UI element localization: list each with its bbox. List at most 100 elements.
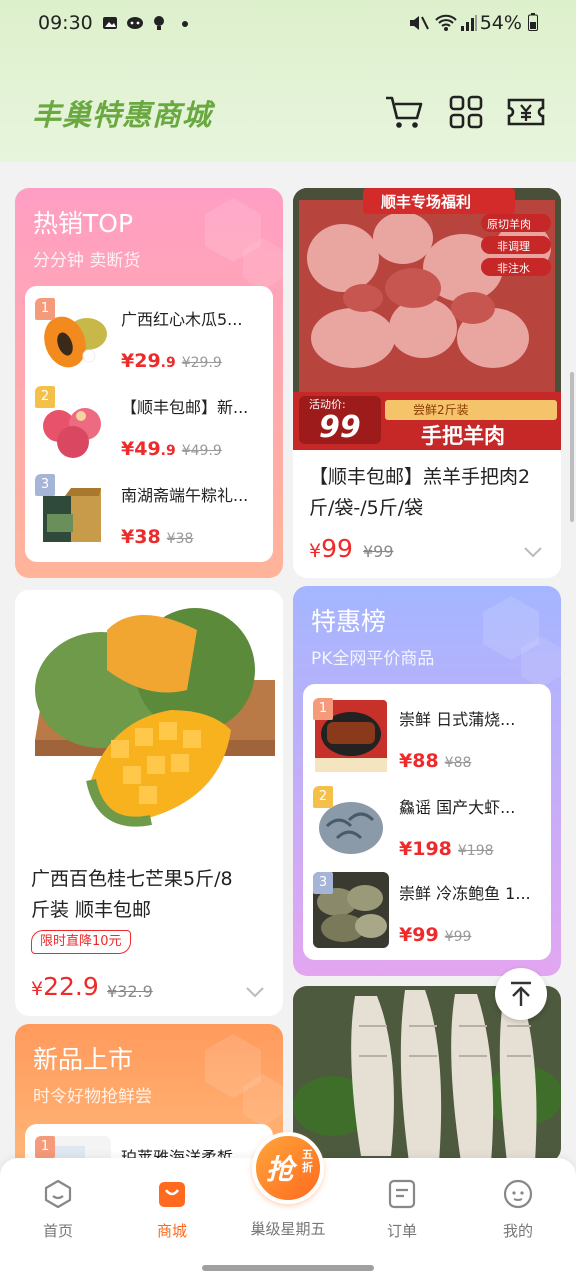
product-name-line: 斤/袋-/5斤/袋: [309, 497, 424, 519]
zongzi-gift-image: 3: [35, 474, 111, 550]
hexagon-decoration: [205, 198, 283, 290]
item-price: ¥38 ¥38: [121, 526, 193, 548]
price-value: ¥88: [399, 750, 439, 772]
price-decimal: .9: [160, 443, 176, 459]
rank-badge: 2: [313, 786, 333, 808]
rank-badge: 1: [35, 1136, 55, 1158]
special-item[interactable]: 3 崇鲜 冷冻鲍鱼 1... ¥99 ¥99: [313, 872, 545, 956]
status-time: 09:30: [38, 12, 93, 34]
old-price: ¥99: [444, 929, 472, 945]
wifi-icon: [435, 14, 457, 31]
tab-label: 首页: [42, 1222, 73, 1240]
arrow-up-icon: [511, 981, 531, 1006]
new-arrivals-card[interactable]: 新品上市 时令好物抢鲜尝 1 珀莱雅海洋柔皙: [15, 1024, 283, 1174]
rank-badge: 3: [313, 872, 333, 894]
yen-sign: ¥: [309, 540, 322, 562]
promo-label[interactable]: 巢级星期五: [238, 1218, 338, 1239]
tab-mall[interactable]: 商城: [122, 1178, 222, 1241]
home-indicator[interactable]: [202, 1265, 374, 1271]
home-icon: [44, 1179, 72, 1209]
promo-main-text: 抢: [266, 1153, 295, 1186]
category-grid-icon[interactable]: [446, 92, 486, 132]
hot-top-subtitle: 分分钟 卖断货: [33, 251, 141, 271]
eel-image: 1: [313, 698, 389, 774]
lamb-image: 顺丰专场福利 原切羊肉 非调理 非注水 活动价: 99 尝鲜2斤装 手把羊肉: [293, 188, 561, 450]
item-price: ¥29.9 ¥29.9: [121, 350, 222, 372]
price-decimal: .9: [160, 355, 176, 371]
old-price: ¥49.9: [181, 443, 222, 459]
special-list: 1 崇鲜 日式蒲烧... ¥88 ¥88 2 鱻谣 国产大虾... ¥198 ¥19…: [303, 684, 551, 960]
hot-top-item[interactable]: 1 广西红心木瓜5... ¥29.9 ¥29.9: [35, 298, 267, 382]
product-name: 广西百色桂七芒果5斤/8 斤装 顺丰包邮: [31, 864, 233, 926]
product-name-line: 斤装 顺丰包邮: [31, 899, 152, 921]
page-title: 丰巢特惠商城: [32, 98, 213, 132]
rank-badge: 3: [35, 474, 55, 496]
taste-label: 尝鲜2斤装: [413, 403, 469, 417]
price-int: ¥38: [121, 526, 161, 548]
mute-icon: [410, 16, 429, 30]
dot-icon: [182, 21, 188, 27]
item-price: ¥49.9 ¥49.9: [121, 438, 222, 460]
battery-icon: [528, 13, 538, 31]
promo-button[interactable]: 抢 五折: [252, 1132, 324, 1204]
hot-top-card[interactable]: 热销TOP 分分钟 卖断货 1 广西红心木瓜5... ¥29.9 ¥29.9 2 …: [15, 188, 283, 578]
abalone-image: 3: [313, 872, 389, 948]
promo-discount-text: 五折: [302, 1148, 313, 1174]
tab-orders[interactable]: 订单: [352, 1178, 452, 1241]
discount-tag: 限时直降10元: [31, 930, 131, 954]
cart-icon[interactable]: [384, 92, 424, 132]
hot-top-item[interactable]: 2 【顺丰包邮】新... ¥49.9 ¥49.9: [35, 386, 267, 470]
tab-profile[interactable]: 我的: [468, 1178, 568, 1241]
banner-tag: 非注水: [497, 262, 530, 275]
item-price: ¥198 ¥198: [399, 838, 494, 860]
old-price: ¥88: [444, 755, 472, 771]
product-card-lamb[interactable]: 顺丰专场福利 原切羊肉 非调理 非注水 活动价: 99 尝鲜2斤装 手把羊肉 【…: [293, 188, 561, 578]
back-to-top-button[interactable]: [495, 968, 547, 1020]
hexagon-decoration: [205, 1034, 283, 1126]
special-title: 特惠榜: [311, 607, 387, 636]
price-value: 22.9: [43, 972, 99, 1001]
banner-top-text: 顺丰专场福利: [381, 193, 472, 211]
coupon-icon[interactable]: [506, 92, 546, 132]
special-item[interactable]: 1 崇鲜 日式蒲烧... ¥88 ¥88: [313, 698, 545, 782]
hot-top-item[interactable]: 3 南湖斋端午粽礼... ¥38 ¥38: [35, 474, 267, 558]
product-card-mango[interactable]: 广西百色桂七芒果5斤/8 斤装 顺丰包邮 限时直降10元 ¥22.9 ¥32.9: [15, 590, 283, 1016]
item-price: ¥99 ¥99: [399, 924, 471, 946]
battery-level: 54%: [480, 12, 538, 34]
gallery-icon: [103, 17, 117, 29]
hexagon-decoration: [483, 596, 561, 688]
status-bar: 09:30 54%: [0, 0, 576, 48]
item-name: 鱻谣 国产大虾...: [399, 798, 516, 817]
product-price: ¥99: [309, 534, 353, 563]
item-name: 崇鲜 日式蒲烧...: [399, 710, 516, 729]
new-arrivals-title: 新品上市: [33, 1045, 134, 1074]
profile-icon: [503, 1179, 533, 1209]
scrollbar[interactable]: [570, 372, 574, 522]
price-int: ¥29: [121, 350, 161, 372]
special-subtitle: PK全网平价商品: [311, 649, 435, 669]
shopping-bag-icon: [159, 1182, 185, 1207]
price-value: 99: [321, 534, 353, 563]
product-price: ¥22.9: [31, 972, 99, 1001]
banner-title: 手把羊肉: [421, 424, 505, 448]
special-offers-card[interactable]: 特惠榜 PK全网平价商品 1 崇鲜 日式蒲烧... ¥88 ¥88 2 鱻谣 国产…: [293, 586, 561, 976]
peach-image: 2: [35, 386, 111, 462]
old-price: ¥198: [457, 843, 494, 859]
special-item[interactable]: 2 鱻谣 国产大虾... ¥198 ¥198: [313, 786, 545, 870]
tab-label: 商城: [156, 1222, 187, 1240]
banner-tag: 原切羊肉: [487, 218, 531, 231]
chevron-down-icon[interactable]: [245, 986, 265, 998]
old-price: ¥99: [363, 542, 394, 561]
old-price: ¥32.9: [107, 982, 153, 1001]
old-price: ¥38: [166, 531, 194, 547]
mango-image: [15, 590, 283, 852]
item-name: 【顺丰包邮】新...: [121, 398, 249, 417]
tab-label: 我的: [502, 1222, 533, 1240]
chevron-down-icon[interactable]: [523, 546, 543, 558]
hot-top-title: 热销TOP: [33, 209, 134, 238]
tab-label: 订单: [386, 1222, 417, 1240]
signal-icon: [461, 15, 477, 31]
price-int: ¥49: [121, 438, 161, 460]
rank-badge: 2: [35, 386, 55, 408]
tab-home[interactable]: 首页: [8, 1178, 108, 1241]
